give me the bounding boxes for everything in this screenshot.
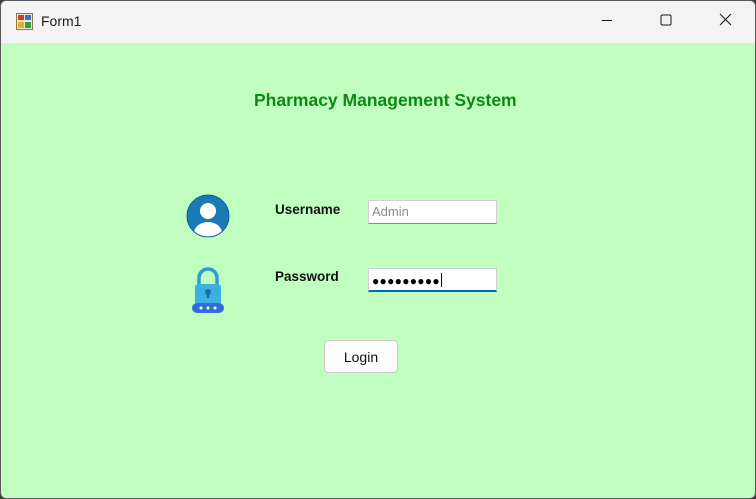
text-caret	[440, 273, 442, 287]
minimize-icon	[601, 13, 613, 31]
username-label: Username	[275, 202, 341, 217]
login-button[interactable]: Login	[324, 340, 398, 373]
password-mask: ●●●●●●●●●	[372, 274, 440, 288]
window-title: Form1	[41, 13, 82, 29]
close-icon	[719, 13, 732, 31]
close-button[interactable]	[696, 1, 754, 43]
password-label: Password	[275, 269, 339, 284]
password-field[interactable]: ●●●●●●●●●	[368, 268, 497, 292]
user-avatar-icon	[186, 194, 230, 238]
maximize-icon	[660, 13, 672, 31]
title-bar[interactable]: Form1	[1, 1, 755, 43]
app-heading: Pharmacy Management System	[254, 90, 517, 110]
login-window: Form1 Pharmacy Management System Usernam…	[0, 0, 756, 499]
maximize-button[interactable]	[637, 1, 695, 43]
username-field[interactable]: Admin	[368, 200, 497, 224]
minimize-button[interactable]	[578, 1, 636, 43]
padlock-icon	[190, 265, 226, 315]
winforms-app-icon	[16, 13, 33, 30]
